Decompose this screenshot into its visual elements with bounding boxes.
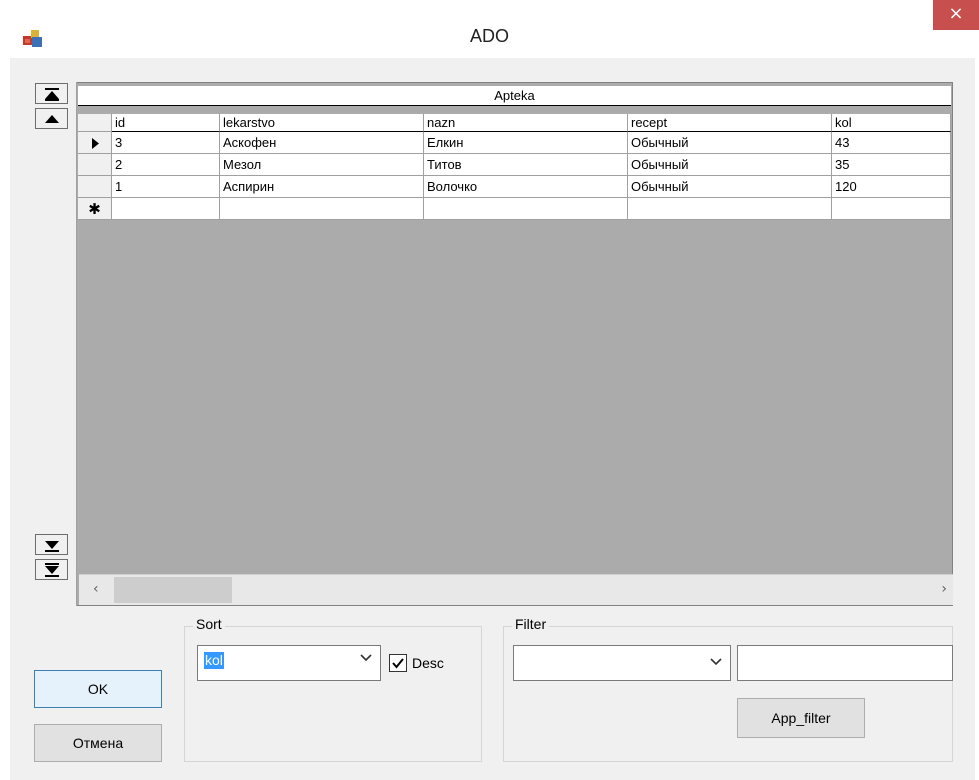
filter-value-input[interactable]	[737, 645, 953, 681]
new-row-marker-icon: ✱	[78, 198, 112, 220]
prior-record-icon	[45, 115, 59, 123]
column-header-lekarstvo[interactable]: lekarstvo	[220, 114, 424, 132]
ado-window: ADO × Apteka id lekarstvo nazn recept ko…	[0, 0, 979, 780]
row-indicator	[78, 154, 112, 176]
apply-filter-button[interactable]: App_filter	[737, 698, 865, 738]
checkmark-icon	[392, 658, 404, 669]
new-cell-kol[interactable]	[832, 198, 951, 220]
last-record-icon	[45, 563, 59, 577]
new-cell-recept[interactable]	[628, 198, 832, 220]
horizontal-scrollbar[interactable]: ‹ ›	[79, 574, 953, 605]
window-title: ADO	[469, 26, 509, 46]
scroll-right-icon[interactable]: ›	[941, 581, 947, 597]
grid-caption: Apteka	[78, 86, 951, 106]
cell-kol[interactable]: 35	[832, 154, 951, 176]
sort-field-value: kol	[204, 652, 224, 669]
current-row-arrow-icon	[92, 138, 99, 149]
db-navigator	[33, 82, 77, 606]
cell-id[interactable]: 2	[112, 154, 220, 176]
filter-field-combobox[interactable]	[513, 645, 731, 681]
cell-recept[interactable]: Обычный	[628, 176, 832, 198]
cell-recept[interactable]: Обычный	[628, 154, 832, 176]
close-button[interactable]: ×	[933, 0, 979, 30]
cell-nazn[interactable]: Титов	[424, 154, 628, 176]
sort-field-combobox[interactable]: kol	[197, 645, 381, 681]
column-header-kol[interactable]: kol	[832, 114, 951, 132]
next-record-button[interactable]	[35, 534, 68, 555]
table-row[interactable]: 1 Аспирин Волочко Обычный 120	[78, 176, 951, 198]
cell-recept[interactable]: Обычный	[628, 132, 832, 154]
new-cell-nazn[interactable]	[424, 198, 628, 220]
table-row[interactable]: 2 Мезол Титов Обычный 35	[78, 154, 951, 176]
chevron-down-icon[interactable]	[360, 652, 372, 667]
prior-record-button[interactable]	[35, 108, 68, 129]
new-cell-id[interactable]	[112, 198, 220, 220]
row-indicator	[78, 176, 112, 198]
cancel-button[interactable]: Отмена	[34, 724, 162, 762]
table-row[interactable]: 3 Аскофен Елкин Обычный 43	[78, 132, 951, 154]
cell-nazn[interactable]: Елкин	[424, 132, 628, 154]
chevron-down-icon[interactable]	[710, 656, 722, 671]
new-cell-lekarstvo[interactable]	[220, 198, 424, 220]
last-record-button[interactable]	[35, 559, 68, 580]
cell-lekarstvo[interactable]: Аскофен	[220, 132, 424, 154]
sort-group-label: Sort	[193, 616, 225, 632]
column-header-recept[interactable]: recept	[628, 114, 832, 132]
scrollbar-thumb[interactable]	[114, 577, 232, 603]
new-table-row[interactable]: ✱	[78, 198, 951, 220]
desc-label[interactable]: Desc	[412, 655, 444, 671]
column-header-nazn[interactable]: nazn	[424, 114, 628, 132]
desc-checkbox[interactable]	[389, 654, 407, 672]
ok-button[interactable]: OK	[34, 670, 162, 708]
cell-kol[interactable]: 43	[832, 132, 951, 154]
cell-id[interactable]: 1	[112, 176, 220, 198]
current-row-indicator	[78, 132, 112, 154]
scroll-left-icon[interactable]: ‹	[93, 581, 99, 597]
cell-lekarstvo[interactable]: Аспирин	[220, 176, 424, 198]
cell-kol[interactable]: 120	[832, 176, 951, 198]
title-bar: ADO ×	[0, 0, 979, 50]
cell-id[interactable]: 3	[112, 132, 220, 154]
first-record-button[interactable]	[35, 83, 68, 104]
header-indicator-cell	[78, 114, 112, 132]
cell-nazn[interactable]: Волочко	[424, 176, 628, 198]
next-record-icon	[45, 541, 59, 552]
close-icon: ×	[948, 3, 964, 24]
column-header-id[interactable]: id	[112, 114, 220, 132]
cell-lekarstvo[interactable]: Мезол	[220, 154, 424, 176]
filter-group-label: Filter	[512, 616, 550, 632]
first-record-icon	[45, 88, 59, 101]
